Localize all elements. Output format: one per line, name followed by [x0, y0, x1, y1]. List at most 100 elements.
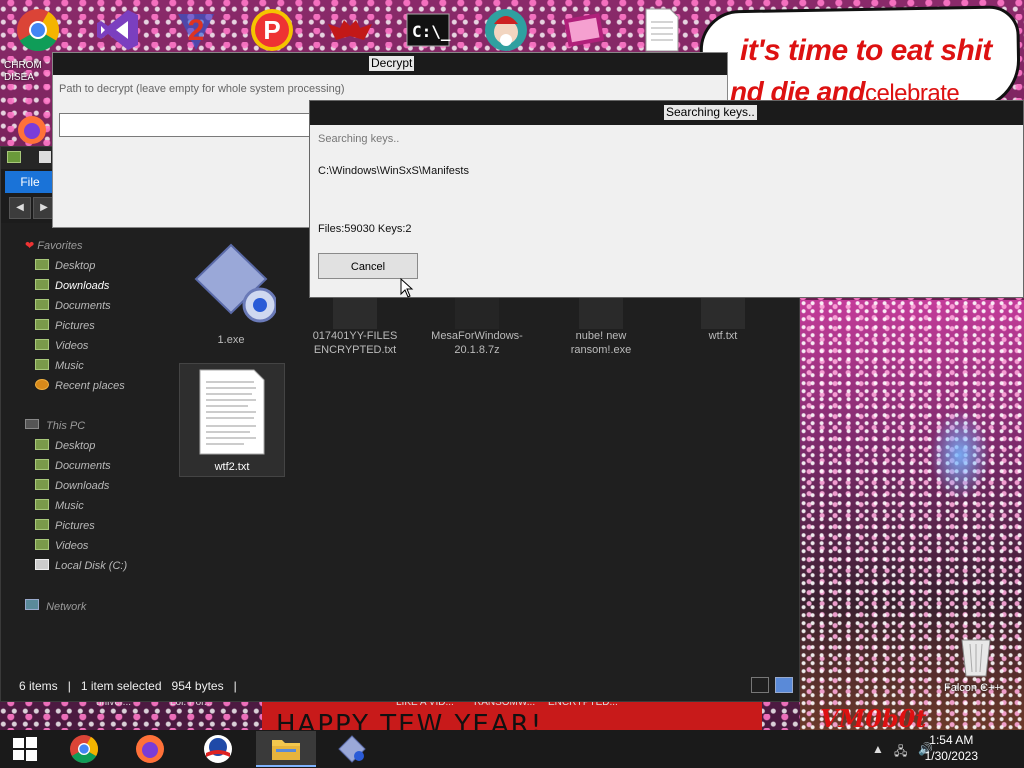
decrypt-path-label: Path to decrypt (leave empty for whole s…: [59, 83, 345, 95]
recent-places-icon: [35, 379, 49, 390]
nav-this-pc[interactable]: This PC: [25, 419, 85, 432]
nav-item-label: Pictures: [55, 520, 95, 532]
folder-icon: [272, 740, 300, 760]
recycle-bin-label: Falcon C++: [944, 682, 1001, 694]
large-icons-view-button[interactable]: [775, 677, 793, 693]
nav-item-pc-desktop[interactable]: Desktop: [35, 439, 95, 457]
nav-favorites-label: Favorites: [37, 240, 83, 252]
cmd-desktop-icon[interactable]: C:\_: [404, 6, 452, 54]
nav-item-label: Music: [55, 500, 84, 512]
file-item-selected[interactable]: wtf2.txt: [179, 363, 285, 477]
nav-network-label: Network: [46, 601, 87, 613]
text-file-icon: [701, 293, 745, 329]
nav-this-pc-label: This PC: [46, 420, 86, 432]
documents-icon: [35, 299, 49, 310]
nav-item-pc-downloads[interactable]: Downloads: [35, 479, 109, 497]
computer-icon: [25, 419, 39, 429]
cancel-button[interactable]: Cancel: [318, 253, 418, 279]
decrypt-title: Decrypt: [369, 56, 415, 71]
videos-icon: [35, 539, 49, 550]
downloads-icon: [35, 479, 49, 490]
network-icon: [25, 599, 39, 610]
nav-item-fav-music[interactable]: Music: [35, 359, 84, 377]
nav-item-label: Videos: [55, 340, 89, 352]
svg-text:2: 2: [188, 14, 205, 47]
video-app-desktop-icon[interactable]: [560, 6, 608, 54]
nav-item-label: Downloads: [55, 280, 110, 292]
santa-app-desktop-icon[interactable]: [482, 6, 530, 54]
selected-size: 954 bytes: [171, 679, 224, 693]
nav-item-label: Music: [55, 360, 84, 372]
text-file-desktop-icon[interactable]: [638, 6, 686, 54]
nav-item-label: Desktop: [55, 260, 96, 272]
taskbar-setup-app[interactable]: [322, 731, 382, 767]
drive-icon: [35, 559, 49, 570]
vm-sign-text: VM0b0t: [820, 704, 927, 733]
file-item[interactable]: wtf.txt: [671, 293, 775, 343]
file-item[interactable]: nube! new ransom!.exe: [549, 293, 653, 357]
current-scan-path: C:\Windows\WinSxS\Manifests: [318, 165, 469, 177]
selected-count: 1 item selected: [80, 679, 162, 693]
text-file-icon: [333, 293, 377, 329]
visual-studio-desktop-icon[interactable]: [94, 6, 142, 54]
nav-item-fav-downloads[interactable]: Downloads: [35, 279, 109, 297]
recycle-bin-desktop-icon[interactable]: [952, 632, 1000, 680]
nav-item-fav-pictures[interactable]: Pictures: [35, 319, 95, 337]
nav-item-pc-pictures[interactable]: Pictures: [35, 519, 95, 537]
app-2-desktop-icon[interactable]: 2: [172, 6, 220, 54]
item-count: 6 items: [19, 679, 58, 693]
taskbar-campaign-app[interactable]: [188, 731, 248, 767]
firefox-desktop-icon[interactable]: [14, 114, 50, 146]
file-name: MesaForWindows-20.1.8.7z: [431, 330, 523, 356]
nav-item-label: Desktop: [55, 440, 96, 452]
status-bar: 6 items | 1 item selected 954 bytes |: [1, 671, 799, 701]
nav-item-fav-desktop[interactable]: Desktop: [35, 259, 95, 277]
chrome-icon: [70, 735, 99, 764]
details-view-button[interactable]: [751, 677, 769, 693]
nav-item-label: Pictures: [55, 320, 95, 332]
nav-item-label: Videos: [55, 540, 89, 552]
nav-item-pc-documents[interactable]: Documents: [35, 459, 111, 477]
file-item[interactable]: MesaForWindows-20.1.8.7z: [425, 293, 529, 357]
desktop-icon: [35, 439, 49, 450]
file-name: nube! new ransom!.exe: [570, 330, 632, 356]
bat-app-desktop-icon[interactable]: [326, 6, 374, 54]
downloads-icon: [35, 279, 49, 290]
taskbar-firefox[interactable]: [120, 731, 180, 767]
nav-favorites[interactable]: ❤ Favorites: [25, 239, 83, 252]
text-file-icon: [199, 369, 265, 455]
document-icon: [645, 8, 679, 52]
taskbar-clock[interactable]: 1:54 AM 1/30/2023: [925, 732, 978, 764]
nav-item-fav-documents[interactable]: Documents: [35, 299, 111, 317]
show-hidden-icons-icon[interactable]: ▲: [872, 742, 884, 756]
taskbar-chrome[interactable]: [54, 731, 114, 767]
network-status-icon[interactable]: 🖧: [894, 742, 907, 763]
meme-text-line1: it's time to eat shit: [740, 34, 992, 67]
nav-item-fav-videos[interactable]: Videos: [35, 339, 88, 357]
svg-text:P: P: [263, 15, 280, 45]
nav-item-label: Downloads: [55, 480, 110, 492]
clock-time: 1:54 AM: [929, 733, 974, 747]
properties-icon[interactable]: [39, 151, 51, 163]
file-tab[interactable]: File: [5, 171, 55, 193]
nav-network[interactable]: Network: [25, 599, 86, 613]
pictures-icon: [35, 319, 49, 330]
videos-icon: [35, 339, 49, 350]
back-button[interactable]: ◀: [9, 197, 31, 219]
nav-item-pc-music[interactable]: Music: [35, 499, 84, 517]
taskbar-file-explorer[interactable]: [256, 731, 316, 767]
start-button[interactable]: [0, 731, 50, 767]
file-item[interactable]: 017401YY-FILES ENCRYPTED.txt: [303, 293, 407, 357]
nav-item-label: Documents: [55, 460, 111, 472]
file-name: 017401YY-FILES ENCRYPTED.txt: [312, 330, 398, 356]
nav-item-fav-recent[interactable]: Recent places: [35, 379, 125, 397]
chrome-desktop-icon[interactable]: [14, 6, 62, 54]
mouse-cursor-icon: [400, 278, 414, 298]
command-prompt-icon: C:\_: [406, 13, 451, 47]
nav-item-label: Documents: [55, 300, 111, 312]
file-item[interactable]: 1.exe: [179, 239, 283, 347]
app-p-desktop-icon[interactable]: P: [248, 6, 296, 54]
nav-item-pc-local-disk[interactable]: Local Disk (C:): [35, 559, 127, 577]
number-two-icon: 2: [178, 14, 214, 50]
nav-item-pc-videos[interactable]: Videos: [35, 539, 88, 557]
